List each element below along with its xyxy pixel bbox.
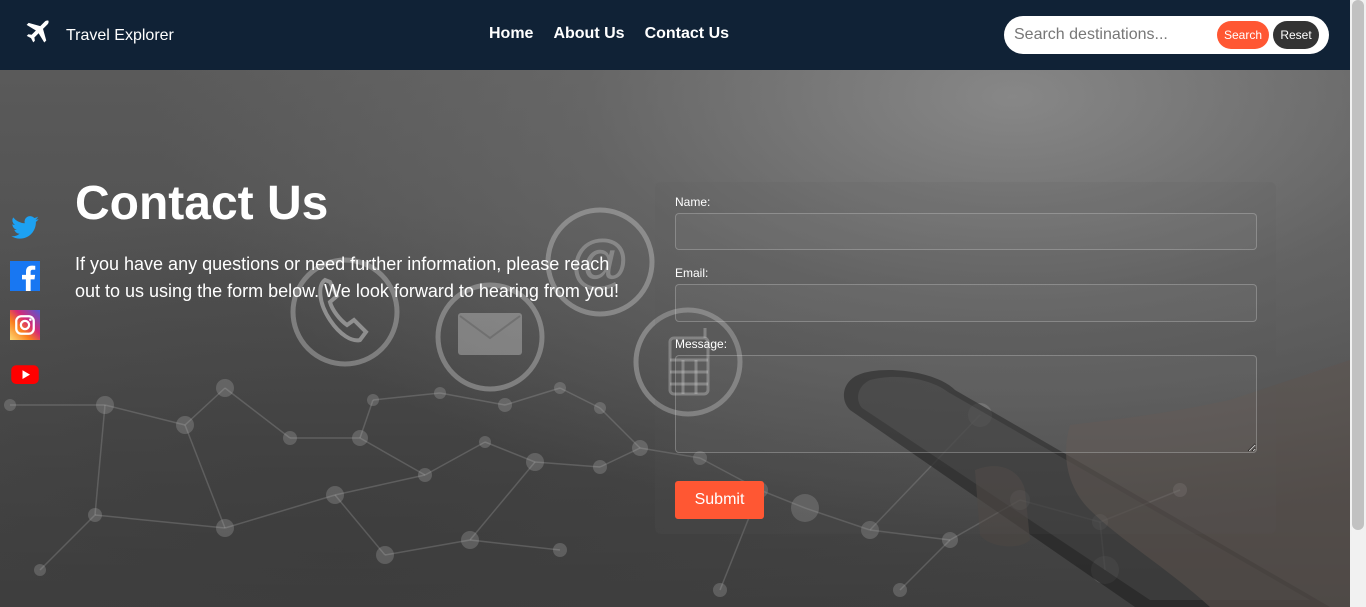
brand[interactable]: Travel Explorer [22,18,174,53]
facebook-icon [10,261,40,291]
search-input[interactable] [1014,26,1217,44]
email-field[interactable] [675,284,1257,322]
navbar: Travel Explorer Home About Us Contact Us… [0,0,1350,70]
youtube-link[interactable] [10,359,40,390]
main-nav: Home About Us Contact Us [489,25,729,43]
name-label: Name: [675,195,711,209]
search-button[interactable]: Search [1217,21,1269,49]
reset-button[interactable]: Reset [1273,21,1319,49]
email-label: Email: [675,266,709,280]
facebook-link[interactable] [10,261,40,292]
nav-home[interactable]: Home [489,25,533,43]
scrollbar-thumb[interactable] [1352,0,1364,530]
social-links [10,212,40,390]
youtube-icon [10,359,40,389]
search-bar: Search Reset [1004,16,1329,54]
page-title: Contact Us [75,177,329,230]
message-label: Message: [675,337,728,351]
contact-description: If you have any questions or need furthe… [75,254,619,301]
submit-button[interactable]: Submit [675,481,764,519]
brand-name: Travel Explorer [66,26,174,44]
message-field[interactable] [675,355,1257,453]
instagram-link[interactable] [10,310,40,341]
airplane-icon [22,18,52,53]
instagram-icon [10,310,40,340]
nav-about-us[interactable]: About Us [553,25,624,43]
name-field[interactable] [675,213,1257,250]
nav-contact-us[interactable]: Contact Us [645,25,729,43]
twitter-link[interactable] [10,212,40,243]
twitter-icon [10,212,40,242]
